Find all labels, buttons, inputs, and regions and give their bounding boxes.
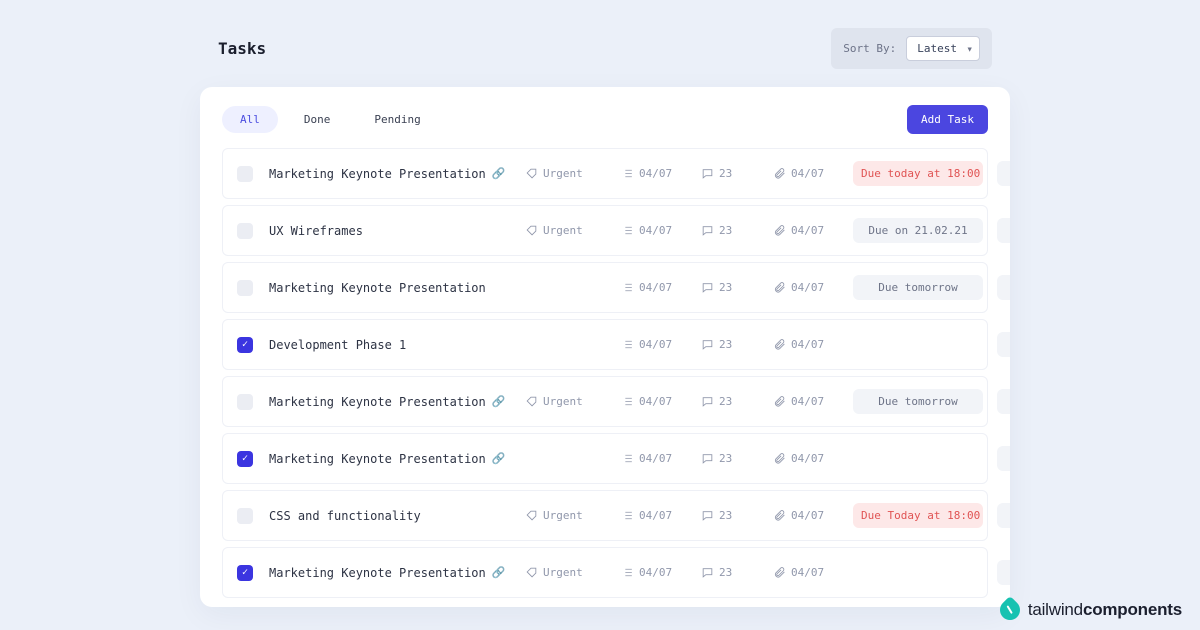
comments-chip: 23 <box>701 509 757 522</box>
due-badge: Due tomorrow <box>853 389 983 414</box>
task-name: Marketing Keynote Presentation🔗 <box>269 566 509 580</box>
subtasks-chip: 04/07 <box>621 452 685 465</box>
task-checkbox[interactable] <box>237 565 253 581</box>
leaf-icon <box>996 596 1024 624</box>
due-badge: Due tomorrow <box>853 275 983 300</box>
subtasks-chip: 04/07 <box>621 338 685 351</box>
task-checkbox[interactable] <box>237 451 253 467</box>
due-badge <box>853 567 983 579</box>
link-icon: 🔗 <box>492 452 506 465</box>
subtasks-chip: 04/07 <box>621 509 685 522</box>
attachments-chip: 04/07 <box>773 167 837 180</box>
task-name: Marketing Keynote Presentation🔗 <box>269 395 509 409</box>
view-button[interactable]: View <box>997 389 1010 414</box>
view-button[interactable]: View <box>997 503 1010 528</box>
task-row: UX Wireframes Urgent 04/07 23 04/07 Due on 21… <box>222 205 988 256</box>
subtasks-chip: 04/07 <box>621 167 685 180</box>
tab-done[interactable]: Done <box>286 106 349 133</box>
urgent-chip: Urgent <box>525 395 605 408</box>
attachments-chip: 04/07 <box>773 509 837 522</box>
sort-value: Latest <box>917 42 957 55</box>
add-task-button[interactable]: Add Task <box>907 105 988 134</box>
task-name: Marketing Keynote Presentation <box>269 281 509 295</box>
due-badge: Due today at 18:00 <box>853 161 983 186</box>
attachments-chip: 04/07 <box>773 281 837 294</box>
view-button[interactable]: View <box>997 332 1010 357</box>
task-checkbox[interactable] <box>237 223 253 239</box>
link-icon: 🔗 <box>492 566 506 579</box>
attachments-chip: 04/07 <box>773 395 837 408</box>
urgent-chip: Urgent <box>525 509 605 522</box>
sort-label: Sort By: <box>843 42 896 55</box>
comments-chip: 23 <box>701 566 757 579</box>
due-badge <box>853 339 983 351</box>
tabs: All Done Pending <box>222 106 439 133</box>
task-row: Marketing Keynote Presentation🔗 Urgent 04/… <box>222 376 988 427</box>
task-checkbox[interactable] <box>237 337 253 353</box>
chevron-down-icon: ▾ <box>966 42 973 55</box>
view-button[interactable]: View <box>997 560 1010 585</box>
view-button[interactable]: View <box>997 161 1010 186</box>
sort-select[interactable]: Latest ▾ <box>906 36 980 61</box>
brand-logo: tailwindcomponents <box>1000 600 1182 620</box>
tab-all[interactable]: All <box>222 106 278 133</box>
task-name: UX Wireframes <box>269 224 509 238</box>
comments-chip: 23 <box>701 281 757 294</box>
due-badge <box>853 453 983 465</box>
task-row: Marketing Keynote Presentation🔗 Urgent 04/… <box>222 547 988 598</box>
due-badge: Due on 21.02.21 <box>853 218 983 243</box>
task-name: Development Phase 1 <box>269 338 509 352</box>
task-checkbox[interactable] <box>237 166 253 182</box>
comments-chip: 23 <box>701 338 757 351</box>
due-badge: Due Today at 18:00 <box>853 503 983 528</box>
link-icon: 🔗 <box>492 167 506 180</box>
tab-pending[interactable]: Pending <box>356 106 438 133</box>
page-title: Tasks <box>218 39 266 58</box>
view-button[interactable]: View <box>997 275 1010 300</box>
task-name: Marketing Keynote Presentation🔗 <box>269 452 509 466</box>
comments-chip: 23 <box>701 224 757 237</box>
task-row: Development Phase 104/072304/07View⋯ <box>222 319 988 370</box>
subtasks-chip: 04/07 <box>621 395 685 408</box>
task-row: Marketing Keynote Presentation 04/07 23 04/… <box>222 262 988 313</box>
task-row: CSS and functionality Urgent 04/07 23 04/07 D… <box>222 490 988 541</box>
task-name: Marketing Keynote Presentation🔗 <box>269 167 509 181</box>
urgent-chip: Urgent <box>525 566 605 579</box>
view-button[interactable]: View <box>997 446 1010 471</box>
task-row: Marketing Keynote Presentation🔗 Urgent 04/… <box>222 148 988 199</box>
task-checkbox[interactable] <box>237 508 253 524</box>
urgent-chip: Urgent <box>525 167 605 180</box>
view-button[interactable]: View <box>997 218 1010 243</box>
urgent-chip: Urgent <box>525 224 605 237</box>
attachments-chip: 04/07 <box>773 224 837 237</box>
subtasks-chip: 04/07 <box>621 281 685 294</box>
attachments-chip: 04/07 <box>773 452 837 465</box>
subtasks-chip: 04/07 <box>621 224 685 237</box>
task-row: Marketing Keynote Presentation🔗 04/07 23 04… <box>222 433 988 484</box>
attachments-chip: 04/07 <box>773 566 837 579</box>
task-checkbox[interactable] <box>237 280 253 296</box>
comments-chip: 23 <box>701 395 757 408</box>
attachments-chip: 04/07 <box>773 338 837 351</box>
task-checkbox[interactable] <box>237 394 253 410</box>
link-icon: 🔗 <box>492 395 506 408</box>
task-list[interactable]: Marketing Keynote Presentation🔗Urgent04/… <box>200 148 1010 601</box>
task-name: CSS and functionality <box>269 509 509 523</box>
tasks-panel: All Done Pending Add Task Marketing Keyn… <box>200 87 1010 607</box>
comments-chip: 23 <box>701 167 757 180</box>
comments-chip: 23 <box>701 452 757 465</box>
subtasks-chip: 04/07 <box>621 566 685 579</box>
sort-control: Sort By: Latest ▾ <box>831 28 992 69</box>
